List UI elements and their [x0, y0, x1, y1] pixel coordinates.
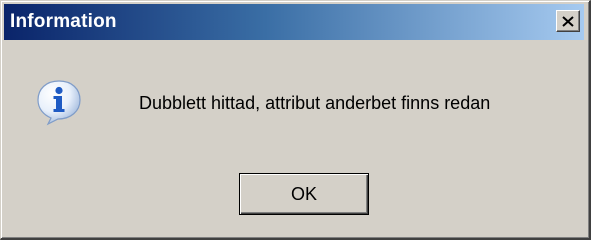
close-button[interactable] [556, 10, 580, 32]
information-dialog: Information Dubblett hittad, attribut an… [0, 0, 591, 240]
message-text: Dubblett hittad, attribut anderbet finns… [139, 93, 491, 113]
dialog-title: Information [10, 11, 117, 32]
close-icon [562, 15, 574, 27]
information-icon [35, 78, 83, 126]
focus-ring [244, 178, 364, 210]
ok-button[interactable]: OK [239, 173, 369, 215]
title-bar[interactable]: Information [4, 4, 584, 40]
